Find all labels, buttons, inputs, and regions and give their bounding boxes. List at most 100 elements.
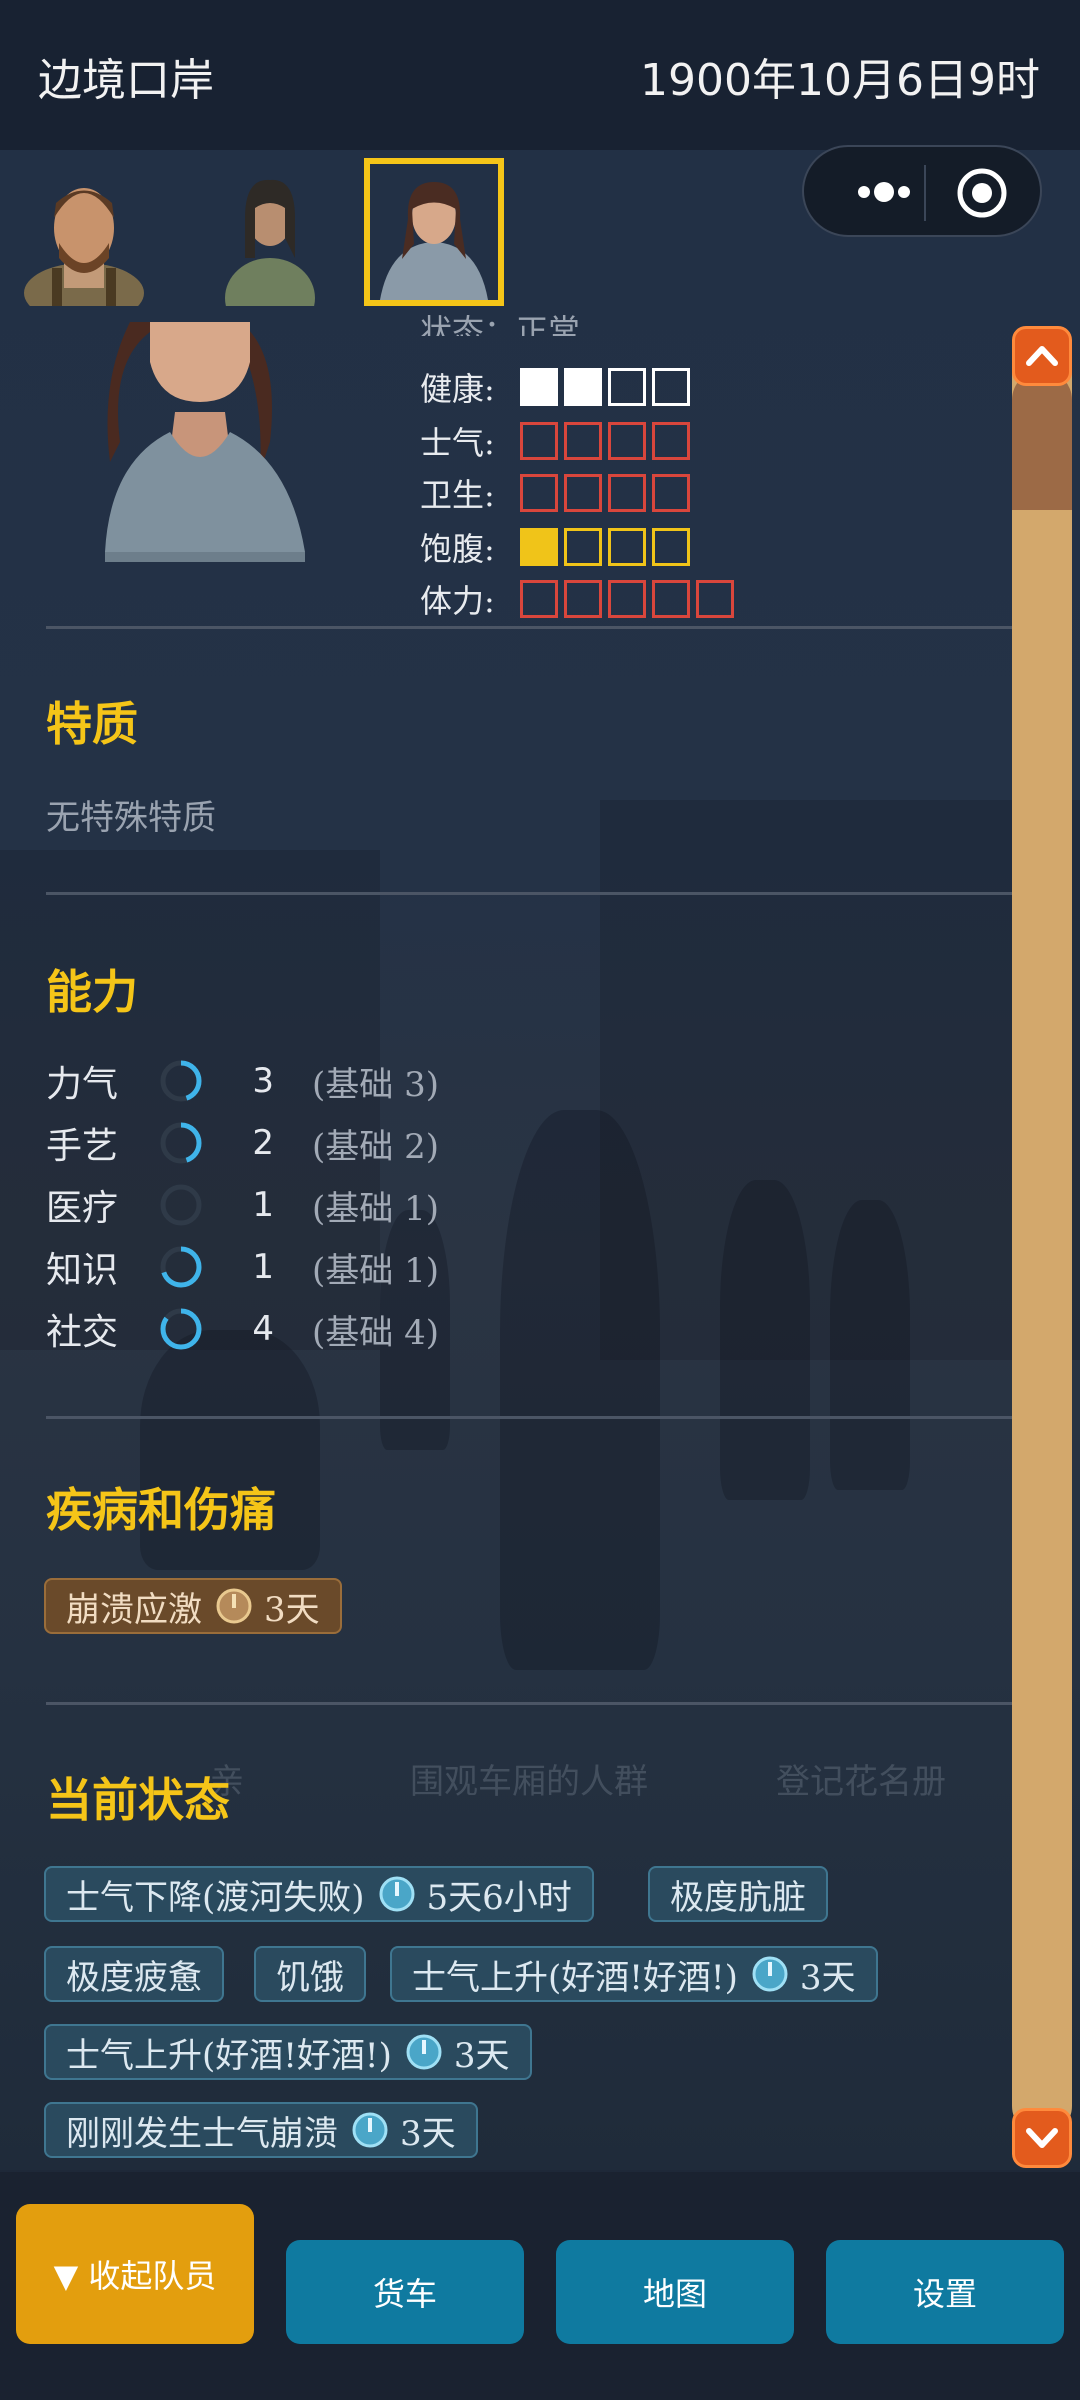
stat-pip [564,422,602,460]
ability-row: 力气 3 (基础 3) [46,1054,439,1108]
more-icon[interactable] [834,167,934,217]
ability-name: 医疗 [46,1188,119,1229]
stat-hygiene: 卫生: [420,470,690,516]
ability-value: 2 [252,1123,274,1163]
tag-duration: 3天 [264,1589,320,1630]
clock-icon [404,2032,444,2072]
stat-pip [520,474,558,512]
scrollbar-thumb[interactable] [1012,370,1072,510]
tag-text: 士气上升(好酒!好酒!) [412,1957,738,1998]
status-tag[interactable]: 士气上升(好酒!好酒!) 3天 [44,2024,532,2080]
stat-pip [608,422,646,460]
status-tag[interactable]: 士气上升(好酒!好酒!) 3天 [390,1946,878,2002]
stat-stamina: 体力: [420,576,734,622]
stat-label: 健康: [420,370,495,408]
ability-value: 3 [252,1061,274,1101]
stat-boxes [520,422,690,460]
illness-title: 疾病和伤痛 [46,1483,276,1537]
status-tag[interactable]: 士气下降(渡河失败) 5天6小时 [44,1866,594,1922]
stat-pip [652,474,690,512]
stat-pip [652,580,690,618]
scroll-up-button[interactable] [1012,326,1072,386]
tag-duration: 3天 [799,1957,856,1998]
stat-label: 饱腹: [420,530,495,568]
stat-pip [520,368,558,406]
divider [46,1416,1012,1419]
progress-ring-icon [160,1060,202,1102]
stat-pip [652,422,690,460]
stat-pip [564,580,602,618]
status-label: 状态：正常 [420,312,581,336]
bg-label-2: 围观车厢的人群 [410,1762,648,1802]
ability-base: (基础 2) [312,1126,439,1167]
chevron-up-icon [1026,346,1058,366]
collapse-crew-button[interactable]: ▼ 收起队员 [16,2204,254,2344]
avatar-crew-1[interactable] [14,158,154,306]
stat-pip [564,474,602,512]
ability-row: 知识 1 (基础 1) [46,1240,439,1294]
header-bar: 边境口岸 1900年10月6日9时 [0,0,1080,150]
clock-icon [750,1954,790,1994]
settings-button[interactable]: 设置 [826,2240,1064,2344]
ability-base: (基础 1) [312,1250,439,1291]
tag-text: 饥饿 [276,1957,344,1998]
ability-row: 社交 4 (基础 4) [46,1302,439,1356]
illness-tag[interactable]: 崩溃应激 3天 [44,1578,342,1634]
stat-pip [652,368,690,406]
status-tag[interactable]: 极度疲惫 [44,1946,224,2002]
tag-text: 刚刚发生士气崩溃 [66,2113,338,2154]
close-target-icon[interactable] [954,165,1010,221]
ability-name: 手艺 [46,1126,119,1167]
stat-pip [608,580,646,618]
stat-label: 士气: [420,424,495,462]
stat-pip [564,528,602,566]
abilities-title: 能力 [46,965,138,1019]
ability-base: (基础 4) [312,1312,439,1353]
tag-duration: 3天 [400,2113,456,2154]
status-tag[interactable]: 极度肮脏 [648,1866,828,1922]
map-button[interactable]: 地图 [556,2240,794,2344]
scroll-down-button[interactable] [1012,2108,1072,2168]
truck-button[interactable]: 货车 [286,2240,524,2344]
divider [46,626,1012,629]
clock-icon [214,1586,254,1626]
stat-pip [608,528,646,566]
traits-text: 无特殊特质 [46,798,216,838]
scrollbar-track[interactable] [1012,336,1072,2136]
stat-boxes [520,474,690,512]
stat-pip [608,474,646,512]
stat-pip [520,528,558,566]
stat-pip [564,368,602,406]
status-tag[interactable]: 饥饿 [254,1946,366,2002]
stat-health: 健康: [420,364,690,410]
avatar-crew-2[interactable] [200,158,340,306]
stat-satiety: 饱腹: [420,524,690,570]
chevron-down-icon [1026,2128,1058,2148]
bg-label-3: 登记花名册 [776,1762,946,1802]
mini-program-capsule [802,145,1042,237]
capsule-divider [924,165,926,221]
clock-icon [377,1874,417,1914]
stat-pip [520,422,558,460]
clock-icon [350,2110,390,2150]
tag-text: 士气上升(好酒!好酒!) [66,2035,392,2076]
stat-boxes [520,528,690,566]
ability-base: (基础 1) [312,1188,439,1229]
tag-duration: 3天 [453,2035,510,2076]
location-title: 边境口岸 [38,55,214,106]
progress-ring-icon [160,1184,202,1226]
status-tag[interactable]: 刚刚发生士气崩溃 3天 [44,2102,478,2158]
stat-pip [652,528,690,566]
progress-ring-icon [160,1246,202,1288]
tag-duration: 5天6小时 [426,1877,572,1918]
ability-value: 1 [252,1247,274,1287]
avatar-crew-3-selected[interactable] [364,158,504,306]
ability-base: (基础 3) [312,1064,439,1105]
stat-morale: 士气: [420,418,690,464]
progress-ring-icon [160,1122,202,1164]
progress-ring-icon [160,1308,202,1350]
divider [46,1702,1012,1705]
ability-name: 力气 [46,1064,119,1105]
ability-name: 社交 [46,1312,119,1353]
ability-value: 4 [252,1309,274,1349]
